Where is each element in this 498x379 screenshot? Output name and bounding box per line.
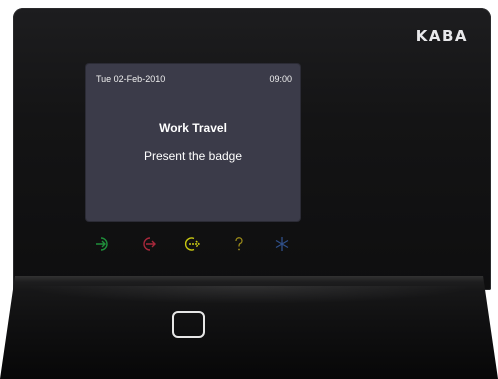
terminal-base — [0, 276, 498, 379]
badge-reader-icon[interactable] — [172, 311, 205, 338]
arrow-right-circle-icon — [184, 237, 200, 251]
arrow-out-key[interactable] — [138, 234, 158, 254]
arrow-in-icon — [96, 237, 108, 251]
function-keys — [0, 234, 498, 256]
help-key[interactable] — [229, 234, 249, 254]
question-icon — [235, 237, 243, 251]
display-screen: Tue 02-Feb-2010 09:00 Work Travel Presen… — [86, 64, 300, 221]
arrow-out-icon — [143, 237, 156, 251]
arrow-right-key[interactable] — [182, 234, 202, 254]
time-terminal-device: KABA Tue 02-Feb-2010 09:00 Work Travel P… — [0, 0, 498, 379]
brand-logo: KABA — [415, 27, 468, 45]
screen-time: 09:00 — [269, 74, 292, 84]
screen-date: Tue 02-Feb-2010 — [96, 74, 166, 84]
screen-title: Work Travel — [159, 121, 227, 135]
asterisk-key[interactable] — [272, 234, 292, 254]
screen-message: Present the badge — [143, 149, 243, 163]
arrow-in-key[interactable] — [93, 234, 113, 254]
asterisk-icon — [275, 237, 289, 251]
